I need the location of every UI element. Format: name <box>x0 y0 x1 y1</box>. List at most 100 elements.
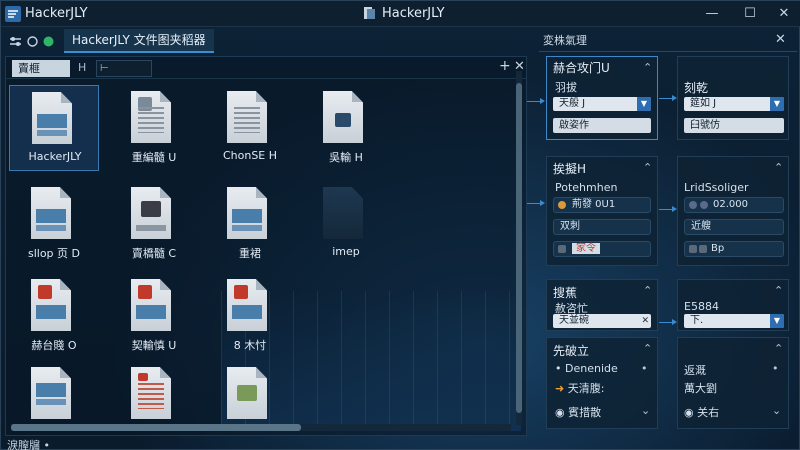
file-item[interactable]: 賣橋髓 C <box>109 181 199 267</box>
box-document-icon <box>227 367 267 419</box>
status-dot-icon <box>700 201 708 209</box>
file-item[interactable] <box>205 361 295 447</box>
card-title: 搜蕉 <box>553 286 578 300</box>
file-item[interactable]: 赫台賤 O <box>9 273 99 359</box>
chevron-down-icon[interactable]: ▼ <box>637 97 651 111</box>
file-item[interactable]: 重編髓 U <box>109 85 199 171</box>
row-label: ➜ 天清腹: <box>555 380 604 396</box>
file-name: ChonSE H <box>222 149 278 162</box>
field-box[interactable]: Bp <box>684 241 784 257</box>
arrow-right-icon: ➜ <box>555 382 565 395</box>
shape-icon <box>558 245 566 253</box>
field-box[interactable]: 荊發 0U1 <box>553 197 651 213</box>
row-label: ◉ 賓措散 <box>555 406 602 419</box>
file-item[interactable]: 8 木忖 <box>205 273 295 359</box>
field-row[interactable]: 啟姿作 <box>553 118 651 133</box>
vertical-scrollbar-thumb[interactable] <box>516 83 522 413</box>
field-value: 02.000 <box>713 199 748 210</box>
file-name: sllop 页 D <box>27 247 81 260</box>
settings-sliders-icon[interactable] <box>9 35 22 48</box>
app-logo-icon <box>5 6 21 22</box>
refresh-icon[interactable] <box>26 35 39 48</box>
card-6[interactable]: ⌃ E5884 下. ▼ <box>677 279 789 331</box>
file-item[interactable]: ChonSE H <box>205 85 295 171</box>
row-label: ◉ 关右 <box>684 406 720 419</box>
dropdown-select[interactable]: 下. ▼ <box>684 314 784 328</box>
file-item[interactable] <box>109 361 199 447</box>
card-1[interactable]: 赫合攻门U ⌃ 羽拔 天般 J ▼ 啟姿作 <box>546 56 658 140</box>
row-label: 返溉 <box>684 364 706 377</box>
row-text: 关右 <box>697 406 720 419</box>
right-panel-title: 変株氣理 <box>539 30 797 52</box>
card-2[interactable]: 刻乾 筵如 J ▼ 臼號仿 <box>677 56 789 140</box>
card-3[interactable]: 挨擬H ⌃ Potehmhen 荊發 0U1 双刺 家令 <box>546 156 658 266</box>
row-text: 天清腹: <box>567 382 605 395</box>
document-icon <box>31 187 71 239</box>
title-bar: HackerJLY HackerJLY — ☐ ✕ <box>1 1 800 27</box>
file-name: 赫台賤 O <box>31 339 77 352</box>
file-item[interactable]: sllop 页 D <box>9 181 99 267</box>
dropdown-select[interactable]: 天般 J ▼ <box>553 97 651 111</box>
card-7[interactable]: 先破立 ⌃ • Denenide • ➜ 天清腹: ◉ 賓措散 ⌄ <box>546 337 658 429</box>
field-box[interactable]: 家令 <box>553 241 651 257</box>
chevron-down-icon[interactable]: ⌄ <box>772 404 781 417</box>
shape-icon <box>689 245 697 253</box>
red-document-icon <box>31 279 71 331</box>
text-document-icon <box>227 91 267 143</box>
file-item[interactable]: imep <box>301 181 391 267</box>
chevron-down-icon[interactable]: ⌄ <box>641 404 650 417</box>
chevron-up-icon[interactable]: ⌃ <box>643 61 652 74</box>
image-document-icon <box>131 187 171 239</box>
chevron-up-icon[interactable]: ⌃ <box>774 161 783 174</box>
card-8[interactable]: ⌃ 返溉 • 萬大劉 ◉ 关右 ⌄ <box>677 337 789 429</box>
file-name: 重裙 <box>239 247 261 260</box>
file-item[interactable] <box>9 361 99 447</box>
card-title: 刻乾 <box>684 81 709 95</box>
file-item[interactable]: 契輸慎 U <box>109 273 199 359</box>
card-title: 赫合攻门U <box>553 61 610 75</box>
field-box[interactable]: 双刺 <box>553 219 651 235</box>
chevron-down-icon[interactable]: ▼ <box>770 97 784 111</box>
horizontal-scrollbar-thumb[interactable] <box>11 424 301 431</box>
shape-icon <box>699 245 707 253</box>
more-dot-icon[interactable]: • <box>641 362 648 375</box>
row-label: 萬大劉 <box>684 382 717 395</box>
field-box[interactable]: 02.000 <box>684 197 784 213</box>
field-row[interactable]: 臼號仿 <box>684 118 784 133</box>
file-item[interactable]: 重裙 <box>205 181 295 267</box>
more-dot-icon[interactable]: • <box>772 362 779 375</box>
file-pane-tab[interactable]: 賣榧 <box>12 60 70 77</box>
status-dot-icon <box>689 201 697 209</box>
dropdown-select[interactable]: 筵如 J ▼ <box>684 97 784 111</box>
path-input[interactable]: ⊢ <box>96 60 152 77</box>
file-name: 賣橋髓 C <box>131 247 177 260</box>
row-text: 賓措散 <box>568 406 602 419</box>
document-icon <box>32 92 72 144</box>
chevron-up-icon[interactable]: ⌃ <box>643 161 652 174</box>
field-value: 家令 <box>572 243 600 254</box>
file-pane-tab-2[interactable]: H <box>78 61 86 74</box>
chevron-up-icon[interactable]: ⌃ <box>774 284 783 297</box>
right-panel-close-button[interactable]: ✕ <box>775 32 786 47</box>
close-button[interactable]: ✕ <box>773 4 795 24</box>
chevron-down-icon[interactable]: ▼ <box>770 314 784 328</box>
add-tab-button[interactable]: + <box>499 58 511 74</box>
red-document-icon <box>131 279 171 331</box>
tab-main[interactable]: HackerJLY 文件图夹稻器 <box>64 29 214 53</box>
row-label: • Denenide <box>555 362 618 375</box>
card-5[interactable]: 搜蕉 ⌃ 赦咨忙 天並碗 ✕ <box>546 279 658 331</box>
chevron-up-icon[interactable]: ⌃ <box>643 342 652 355</box>
maximize-button[interactable]: ☐ <box>739 4 761 24</box>
connector-arrow <box>659 319 677 325</box>
select-input[interactable]: 天並碗 ✕ <box>553 314 651 328</box>
field-value: 臼號仿 <box>690 120 720 131</box>
minimize-button[interactable]: — <box>701 4 723 24</box>
chevron-up-icon[interactable]: ⌃ <box>774 342 783 355</box>
chevron-up-icon[interactable]: ⌃ <box>643 284 652 297</box>
main-window: HackerJLY HackerJLY — ☐ ✕ HackerJLY 文件图夹… <box>0 0 800 450</box>
card-4[interactable]: ⌃ LridSsoliger 02.000 近艘 Bp <box>677 156 789 266</box>
file-item[interactable]: HackerJLY <box>9 85 99 171</box>
field-box[interactable]: 近艘 <box>684 219 784 235</box>
file-item[interactable]: 吳輸 H <box>301 85 391 171</box>
clear-icon[interactable]: ✕ <box>641 314 649 328</box>
